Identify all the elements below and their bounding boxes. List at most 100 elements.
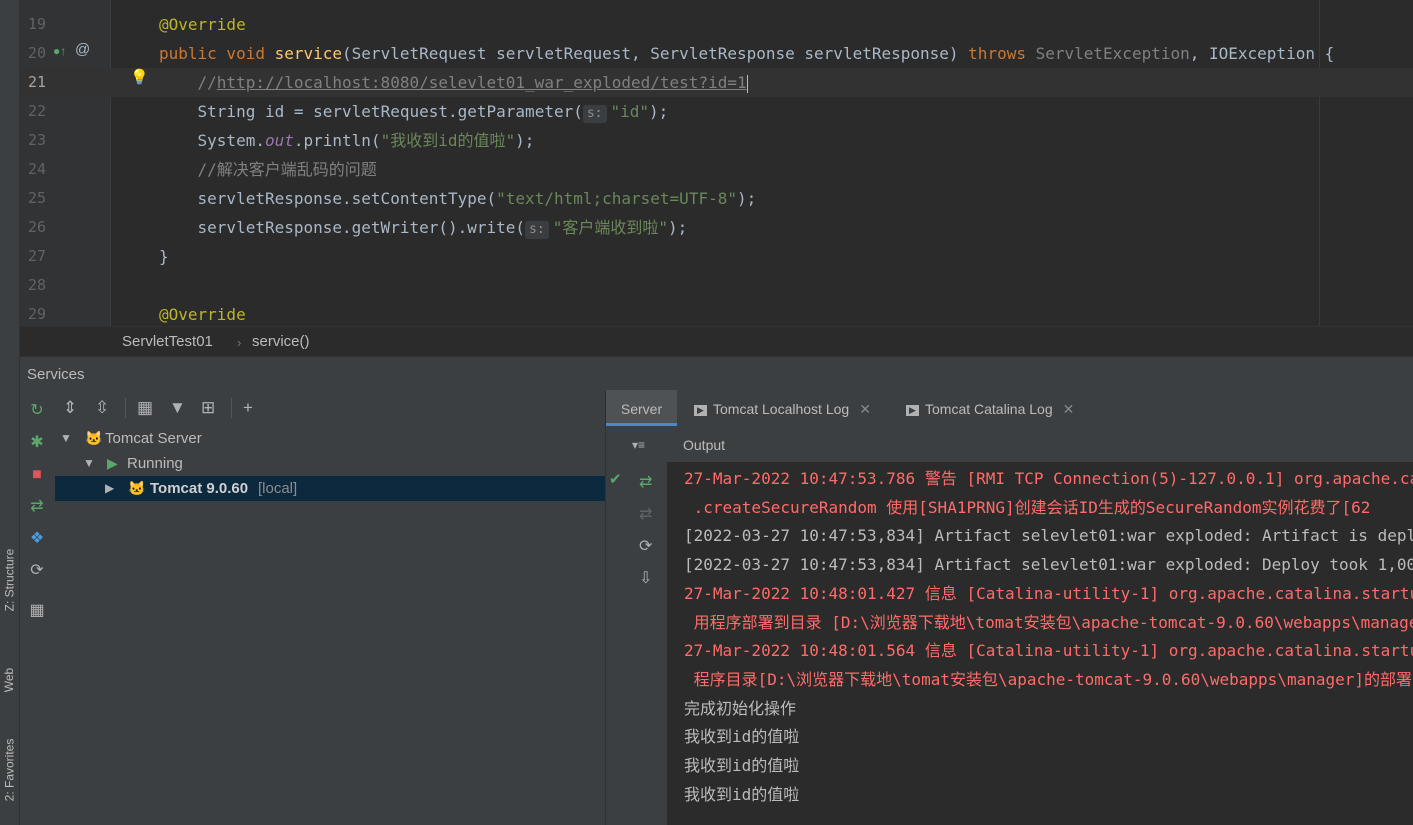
code-token: "text/html;charset=UTF-8" [496, 189, 737, 208]
add-service-icon[interactable]: + [243, 398, 253, 418]
favorites-tab-label: 2: Favorites [2, 738, 17, 802]
code-line[interactable]: 25 servletResponse.setContentType("text/… [20, 184, 1413, 213]
code-token: ); [667, 218, 688, 237]
code-text: //解决客户端乱码的问题 [159, 155, 377, 184]
chevron-down-icon[interactable]: ▼ [60, 426, 72, 451]
tree-node-tomcat-server[interactable]: ▼ 🐱 Tomcat Server [55, 426, 605, 451]
breadcrumb-method[interactable]: service() [252, 333, 310, 350]
code-line[interactable]: 29 @Override [20, 300, 1413, 326]
sort-icon[interactable]: ▾≡ [632, 438, 645, 452]
code-line[interactable]: 20 public void service(ServletRequest ser… [20, 39, 1413, 68]
expand-all-icon[interactable]: ⇕ [63, 398, 77, 418]
tree-node-running[interactable]: ▼ ▶ Running [55, 451, 605, 476]
line-number: 27 [27, 247, 46, 265]
code-line[interactable]: 19 @Override [20, 10, 1413, 39]
parameter-hint: s: [525, 221, 549, 239]
line-number: 20 [27, 44, 46, 62]
services-action-toolbar: ↻ ✱ ■ ⇄ ❖ ⟳ ▦ [20, 390, 56, 825]
code-line[interactable]: 24 //解决客户端乱码的问题 [20, 155, 1413, 184]
output-header: Output [667, 426, 1413, 463]
code-token: @Override [159, 15, 246, 34]
group-by-icon[interactable]: ▦ [137, 398, 153, 418]
parameter-hint: s: [582, 105, 607, 123]
code-token: .println( [293, 131, 381, 150]
code-text: String id = servletRequest.getParameter(… [159, 97, 668, 126]
filter-icon[interactable]: ▼ [169, 398, 186, 418]
structure-tab-label: Z: Structure [2, 548, 17, 612]
layout-icon[interactable]: ▦ [28, 602, 46, 620]
tree-toolbar: ⇕ ⇳ ▦ ▼ ⊞ + [55, 390, 605, 427]
text-caret [746, 74, 748, 93]
tree-node-tomcat-instance[interactable]: ▶ 🐱 Tomcat 9.0.60 [local] [55, 476, 605, 501]
output-toolbar: ▾≡ ✔ ⇄ ⇄ ⟳ ⇩ [606, 426, 668, 825]
line-number: 28 [27, 276, 46, 294]
code-token: ServletException [1035, 44, 1190, 63]
code-token: System. [159, 131, 265, 150]
web-tool-tab[interactable]: Web [0, 650, 19, 710]
code-line[interactable]: 23 System.out.println("我收到id的值啦"); [20, 126, 1413, 155]
stop-icon[interactable]: ■ [28, 466, 46, 484]
left-tool-strip: Z: Structure Web 2: Favorites [0, 0, 20, 825]
code-token: String [159, 102, 265, 121]
code-token: http://localhost:8080/selevlet01_war_exp… [216, 73, 747, 92]
redeploy-icon[interactable]: ⇩ [639, 568, 652, 588]
deploy-icon[interactable]: ⇄ [639, 472, 652, 492]
close-icon[interactable]: ✕ [859, 401, 871, 417]
code-token: @Override [159, 305, 246, 324]
line-number: 21 [27, 73, 46, 91]
artifact-icon[interactable]: ❖ [28, 530, 46, 548]
refresh-icon[interactable]: ⟳ [28, 562, 46, 580]
debug-icon[interactable]: ✱ [28, 434, 46, 452]
favorites-tool-tab[interactable]: 2: Favorites [0, 720, 19, 820]
close-icon[interactable]: ✕ [1063, 401, 1075, 417]
console-line: [2022-03-27 10:47:53,834] Artifact selev… [684, 555, 1413, 575]
lightbulb-icon[interactable]: 💡 [130, 68, 149, 86]
code-line[interactable]: 26 servletResponse.getWriter().write(s: "… [20, 213, 1413, 242]
code-token: out [264, 131, 294, 150]
chevron-down-icon[interactable]: ▼ [83, 451, 95, 476]
rerun-icon[interactable]: ↻ [28, 402, 46, 420]
web-tab-label: Web [2, 667, 17, 693]
console-line: [2022-03-27 10:47:53,834] Artifact selev… [684, 526, 1413, 546]
tab-tomcat-catalina-log[interactable]: ▶ Tomcat Catalina Log ✕ [906, 390, 1074, 426]
update-icon[interactable]: ⟳ [639, 536, 652, 556]
code-line[interactable]: 27} [20, 242, 1413, 271]
services-tree[interactable]: ▼ 🐱 Tomcat Server ▼ ▶ Running ▶ 🐱 Tomcat… [55, 426, 606, 825]
override-gutter-icon[interactable]: ●↑ [53, 44, 66, 58]
toolbar-separator [125, 398, 126, 418]
code-line[interactable]: 21 //http://localhost:8080/selevlet01_wa… [20, 68, 1413, 97]
console-line: 程序目录[D:\浏览器下载地\tomat安装包\apache-tomcat-9.… [684, 669, 1413, 689]
tab-server[interactable]: Server [606, 390, 677, 426]
line-number: 22 [27, 102, 46, 120]
code-token: id = servletRequest.getParameter( [264, 102, 583, 121]
services-title: Services [27, 366, 85, 383]
breadcrumb-class[interactable]: ServletTest01 [122, 333, 213, 350]
new-group-icon[interactable]: ⊞ [201, 398, 215, 418]
code-token: (ServletRequest servletRequest, ServletR… [342, 44, 969, 63]
code-token: //解决客户端乱码的问题 [159, 160, 377, 179]
output-console[interactable]: 27-Mar-2022 10:47:53.786 警告 [RMI TCP Con… [667, 462, 1413, 825]
code-text: public void service(ServletRequest servl… [159, 39, 1334, 68]
annotation-gutter-icon[interactable]: @ [75, 41, 90, 58]
tab-label: Server [620, 401, 663, 417]
tab-label: Tomcat Catalina Log [925, 401, 1053, 417]
code-line[interactable]: 22 String id = servletRequest.getParamet… [20, 97, 1413, 126]
deploy-icon[interactable]: ⇄ [28, 498, 46, 516]
code-token: // [159, 73, 217, 92]
chevron-right-icon[interactable]: ▶ [105, 476, 114, 501]
collapse-all-icon[interactable]: ⇳ [95, 398, 109, 418]
tab-tomcat-localhost-log[interactable]: ▶ Tomcat Localhost Log ✕ [694, 390, 871, 426]
console-line: 27-Mar-2022 10:48:01.564 信息 [Catalina-ut… [684, 641, 1413, 661]
code-token: public void [159, 44, 275, 63]
line-number: 23 [27, 131, 46, 149]
code-text: servletResponse.setContentType("text/htm… [159, 184, 757, 213]
code-token: servletResponse.getWriter().write( [159, 218, 526, 237]
line-number: 25 [27, 189, 46, 207]
console-line: 用程序部署到目录 [D:\浏览器下载地\tomat安装包\apache-tomc… [684, 612, 1413, 632]
code-editor[interactable]: 19 @Override 20 public void service(Servlet… [20, 0, 1413, 326]
code-token: , IOException { [1189, 44, 1335, 63]
code-line[interactable]: 28 [20, 271, 1413, 300]
code-token: } [159, 247, 169, 266]
structure-tool-tab[interactable]: Z: Structure [0, 530, 19, 630]
breadcrumb: ServletTest01 › service() [20, 326, 1413, 357]
